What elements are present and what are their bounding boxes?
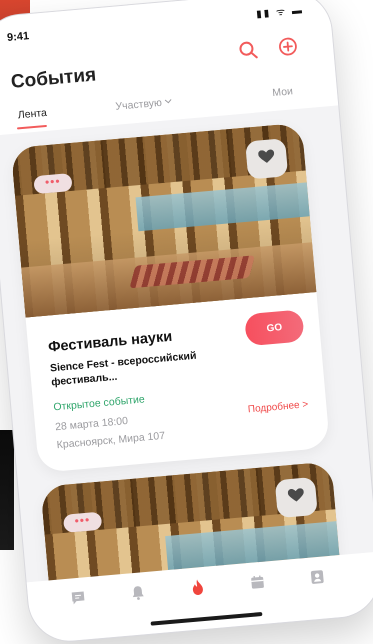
favorite-button[interactable] [245, 138, 288, 179]
event-details: Фестиваль науки Sience Fest - всероссийс… [26, 292, 330, 473]
calendar-icon[interactable] [247, 571, 269, 593]
tab-feed[interactable]: Лента [17, 107, 47, 121]
dots-icon: ••• [44, 175, 61, 188]
photo-sea [135, 182, 309, 231]
add-event-icon[interactable] [276, 35, 300, 59]
more-details-link[interactable]: Подробнее > [247, 399, 308, 415]
flame-icon[interactable] [187, 577, 209, 599]
event-address: Красноярск, Мира 107 [56, 430, 165, 451]
status-time: 9:41 [7, 30, 30, 44]
phone-screen: 9:41 ▮▮ ᯤ ▬ События Лента Участвую Мои [0, 0, 373, 644]
go-button[interactable]: GO [244, 309, 305, 346]
event-description: Sience Fest - всероссийский фестиваль... [49, 347, 216, 389]
profile-icon[interactable] [306, 566, 328, 588]
tab-active-underline [17, 125, 47, 130]
event-card[interactable]: ••• Фестиваль науки Sience Fest - всерос… [11, 123, 330, 473]
tab-mine[interactable]: Мои [272, 85, 294, 99]
bell-icon[interactable] [127, 582, 149, 604]
heart-icon [258, 149, 276, 169]
search-icon[interactable] [236, 38, 260, 62]
chat-icon[interactable] [67, 587, 89, 609]
home-indicator [151, 612, 263, 626]
event-date: 28 марта 18:00 [55, 415, 129, 433]
background-dark-scrap [0, 430, 14, 550]
chevron-down-icon [164, 96, 173, 109]
event-visibility: Открытое событие [53, 393, 145, 413]
heart-icon [287, 487, 305, 507]
dots-icon: ••• [74, 514, 91, 527]
favorite-button[interactable] [275, 477, 318, 518]
tab-attending-label: Участвую [115, 97, 162, 113]
